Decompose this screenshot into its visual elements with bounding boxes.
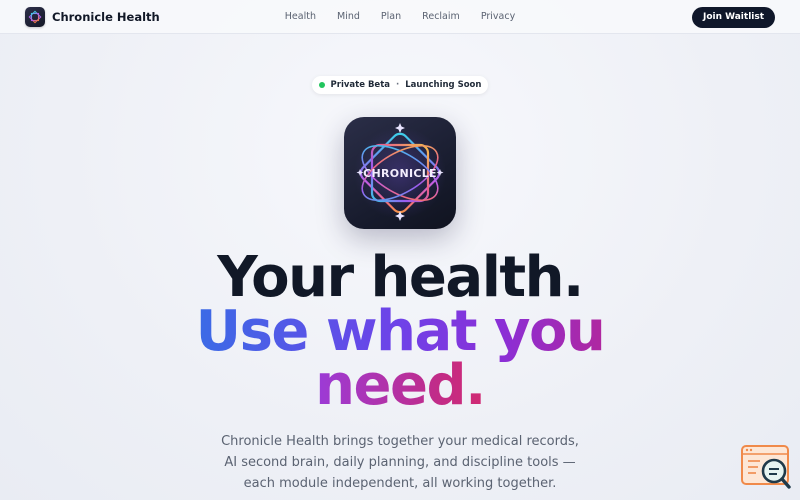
hero-line-3: need. (0, 357, 800, 415)
description-line-2: AI second brain, daily planning, and dis… (224, 455, 576, 470)
hero-description: Chronicle Health brings together your me… (0, 431, 800, 494)
description-line-1: Chronicle Health brings together your me… (221, 434, 579, 449)
hero-line-3-text: need. (315, 353, 486, 418)
app-icon-label: CHRONICLE (363, 167, 437, 180)
join-waitlist-button[interactable]: Join Waitlist (692, 7, 775, 28)
app-icon: CHRONICLE (344, 117, 456, 229)
main-nav: Health Mind Plan Reclaim Privacy (0, 11, 800, 22)
status-badge: Private Beta · Launching Soon (312, 76, 488, 94)
nav-item-privacy[interactable]: Privacy (481, 11, 515, 22)
nav-item-reclaim[interactable]: Reclaim (422, 11, 460, 22)
status-dot-icon (318, 82, 325, 88)
badge-launching-soon: Launching Soon (405, 80, 482, 90)
nav-item-mind[interactable]: Mind (337, 11, 360, 22)
top-navigation-bar: Chronicle Health Health Mind Plan Reclai… (0, 0, 800, 34)
description-line-3: each module independent, all working tog… (243, 476, 557, 491)
nav-item-plan[interactable]: Plan (381, 11, 401, 22)
badge-private-beta: Private Beta (330, 80, 390, 90)
nav-item-health[interactable]: Health (285, 11, 316, 22)
search-feedback-icon[interactable] (740, 444, 792, 490)
badge-separator: · (396, 80, 400, 90)
